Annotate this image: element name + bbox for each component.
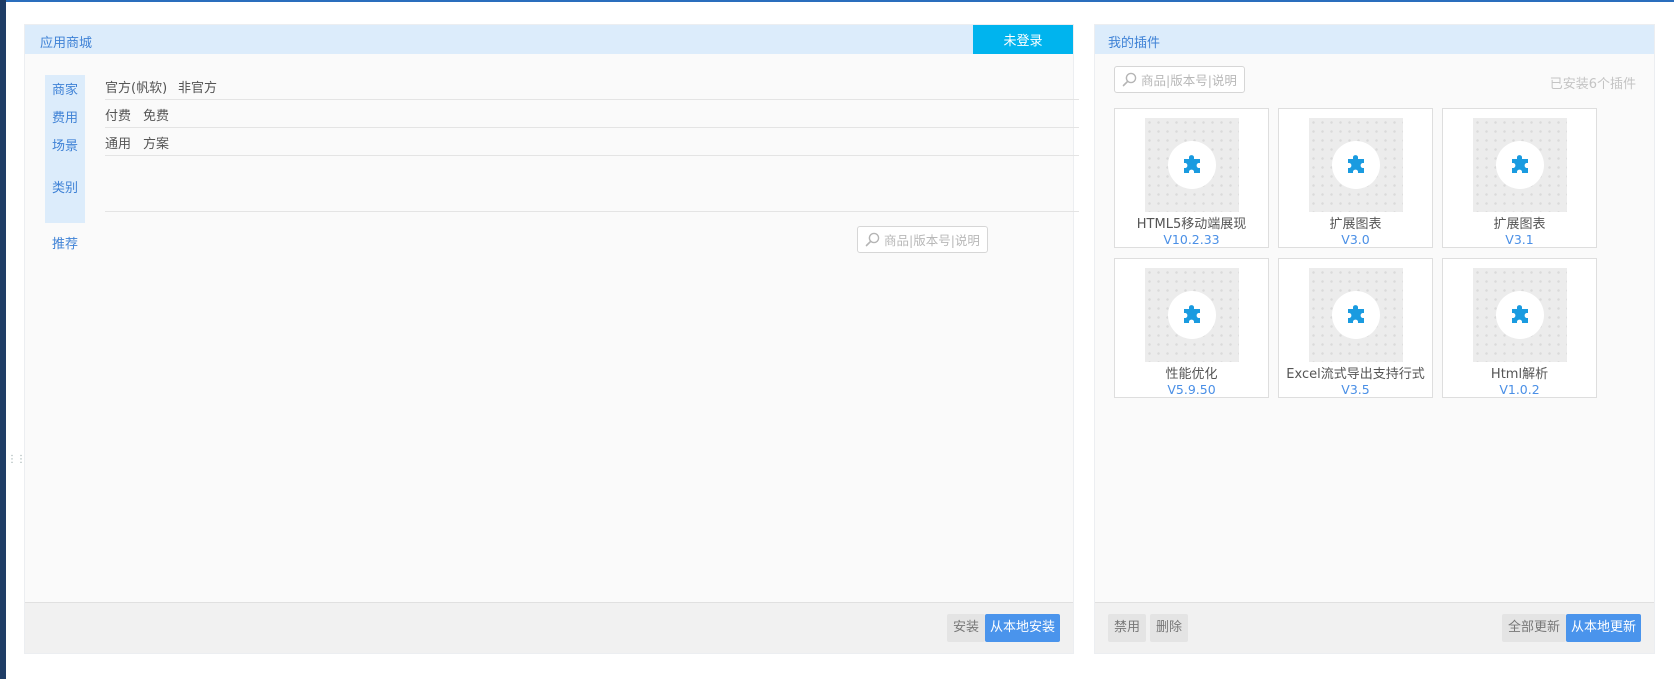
- plugin-name: 扩展图表: [1493, 217, 1546, 232]
- plugin-thumbnail: [1309, 268, 1403, 362]
- plugin-version: V3.0: [1341, 232, 1370, 247]
- filter-label-fee: 费用: [51, 111, 78, 126]
- filter-row-fee: 付费 免费: [105, 99, 1079, 128]
- puzzle-piece-icon: [1348, 155, 1364, 173]
- plugin-thumbnail: [1145, 118, 1239, 212]
- plugin-name: Excel流式导出支持行式: [1286, 367, 1425, 382]
- my-plugins-title: 我的插件: [1108, 36, 1161, 51]
- plugin-card[interactable]: HTML5移动端展现 V10.2.33: [1114, 108, 1269, 248]
- plugin-card[interactable]: Html解析 V1.0.2: [1442, 258, 1597, 398]
- drag-handle-icon[interactable]: ⋮⋮: [7, 455, 26, 474]
- plugin-card[interactable]: 扩展图表 V3.1: [1442, 108, 1597, 248]
- app-store-footer: 安装 从本地安装: [25, 602, 1073, 653]
- filter-option-free[interactable]: 免费: [143, 105, 169, 124]
- filter-row-scene: 通用 方案: [105, 127, 1079, 156]
- my-plugins-header: 我的插件: [1095, 25, 1654, 54]
- plugin-version: V3.1: [1505, 232, 1534, 247]
- update-from-local-button[interactable]: 从本地更新: [1565, 614, 1641, 642]
- my-plugins-panel: 我的插件 已安装6个插件 HTML5移动端展现 V10.2.33: [1094, 24, 1655, 654]
- filter-row-vendor: 官方(帆软) 非官方: [105, 71, 1079, 100]
- plugin-name: HTML5移动端展现: [1136, 217, 1247, 232]
- puzzle-piece-icon: [1512, 155, 1528, 173]
- filter-label-vendor: 商家: [51, 83, 78, 98]
- plugin-version: V10.2.33: [1163, 232, 1220, 247]
- app-store-panel: 应用商城 未登录 商家 官方(帆软) 非官方 费用 付费 免费 场景 通用 方案…: [24, 24, 1079, 654]
- filter-row-category: [105, 155, 1079, 212]
- plugin-search-box: [1114, 66, 1251, 93]
- puzzle-piece-icon: [1512, 305, 1528, 323]
- plugin-card[interactable]: Excel流式导出支持行式 V3.5: [1278, 258, 1433, 398]
- disable-button[interactable]: 禁用: [1108, 614, 1147, 642]
- plugin-card[interactable]: 扩展图表 V3.0: [1278, 108, 1433, 248]
- filter-label-category: 类别: [51, 181, 78, 196]
- app-store-title: 应用商城: [40, 36, 93, 51]
- plugin-version: V5.9.50: [1167, 382, 1216, 397]
- my-plugins-footer: 禁用 删除 全部更新 从本地更新: [1095, 602, 1654, 653]
- plugin-thumbnail: [1473, 268, 1567, 362]
- filter-option-official[interactable]: 官方(帆软): [105, 77, 167, 96]
- plugin-thumbnail: [1473, 118, 1567, 212]
- install-button[interactable]: 安装: [946, 614, 985, 642]
- filter-option-paid[interactable]: 付费: [105, 105, 131, 124]
- plugin-version: V3.5: [1341, 382, 1370, 397]
- plugin-thumbnail: [1309, 118, 1403, 212]
- plugin-thumbnail: [1145, 268, 1239, 362]
- top-border: [0, 0, 1674, 2]
- filter-option-unofficial[interactable]: 非官方: [178, 77, 217, 96]
- plugin-version: V1.0.2: [1499, 382, 1540, 397]
- plugin-name: Html解析: [1490, 367, 1549, 382]
- install-from-local-button[interactable]: 从本地安装: [984, 614, 1060, 642]
- plugin-search-input[interactable]: [1141, 70, 1251, 90]
- installed-count: 已安装6个插件: [1549, 77, 1636, 92]
- filter-label-scene: 场景: [51, 139, 78, 154]
- app-store-header: 应用商城 未登录: [25, 25, 1073, 54]
- update-all-button[interactable]: 全部更新: [1501, 614, 1566, 642]
- store-search-input[interactable]: [884, 230, 994, 250]
- puzzle-piece-icon: [1184, 305, 1200, 323]
- filter-option-general[interactable]: 通用: [105, 133, 131, 152]
- plugin-card[interactable]: 性能优化 V5.9.50: [1114, 258, 1269, 398]
- left-sidebar-edge: [0, 0, 6, 679]
- search-icon: [1122, 72, 1137, 87]
- filter-option-solution[interactable]: 方案: [143, 133, 169, 152]
- puzzle-piece-icon: [1184, 155, 1200, 173]
- plugin-name: 扩展图表: [1329, 217, 1382, 232]
- delete-button[interactable]: 删除: [1150, 614, 1189, 642]
- search-icon: [865, 232, 880, 247]
- login-button[interactable]: 未登录: [973, 25, 1073, 54]
- puzzle-piece-icon: [1348, 305, 1364, 323]
- plugin-name: 性能优化: [1165, 367, 1218, 382]
- recommend-tab[interactable]: 推荐: [45, 233, 85, 252]
- store-search-box: [857, 226, 994, 253]
